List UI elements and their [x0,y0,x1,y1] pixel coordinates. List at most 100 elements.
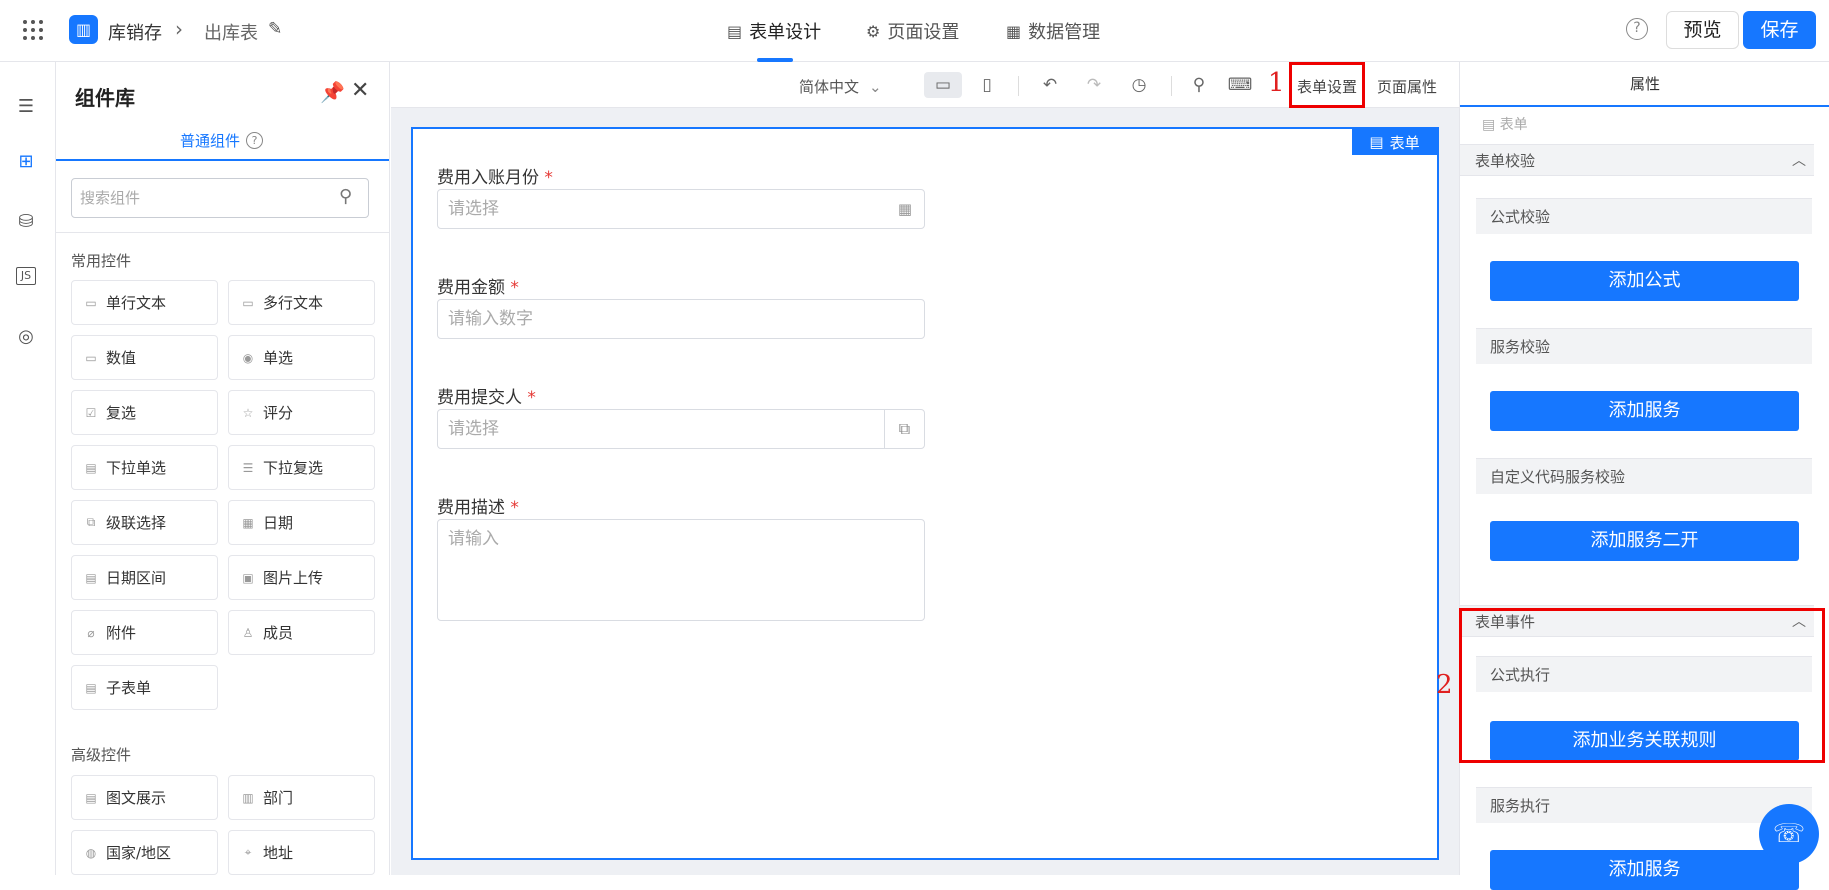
subsection-custom-check: 自定义代码服务校验 [1476,458,1812,494]
highlight-box-1 [1289,62,1365,108]
search-input[interactable] [71,178,369,218]
breadcrumb-page[interactable]: 出库表 [204,19,258,45]
required-mark: * [527,388,536,408]
textarea-icon: ▭ [242,295,254,310]
add-service-exec-button[interactable]: 添加服务 [1490,850,1799,890]
section-form-validation[interactable]: 表单校验 ︿ [1460,144,1814,176]
form-container[interactable]: ▤ 表单 费用入账月份 * 请选择 ▦ 费用金额 * 请输入数字 费用提交人 * … [411,127,1439,860]
undo-icon[interactable]: ↶ [1037,72,1063,98]
save-button[interactable]: 保存 [1743,11,1816,49]
component-date[interactable]: ▦ 日期 [228,500,375,545]
component-label: 部门 [263,789,294,807]
field-label-amount: 费用金额 * [437,273,519,298]
language-select[interactable]: 简体中文 ⌄ [799,76,882,97]
gear-icon: ⚙ [866,21,881,41]
component-number[interactable]: ▭ 数值 [71,335,218,380]
calendar-icon: ▦ [897,200,912,218]
properties-title[interactable]: 属性 [1460,62,1829,106]
field-label-text: 费用描述 [437,498,505,518]
component-subform[interactable]: ▤ 子表单 [71,665,218,710]
desktop-icon[interactable]: ▭ [924,72,962,98]
annotation-2: 2 [1436,670,1453,700]
add-service-dev-button[interactable]: 添加服务二开 [1490,521,1799,561]
divider [1171,76,1172,96]
outline-tree-icon[interactable]: ☰ [13,94,39,120]
add-service-button[interactable]: 添加服务 [1490,391,1799,431]
paperclip-icon: ⌀ [87,625,95,640]
number-icon: ▭ [85,350,97,365]
subsection-formula-check: 公式校验 [1476,198,1812,234]
properties-tab-indicator [1460,105,1829,107]
component-attachment[interactable]: ⌀ 附件 [71,610,218,655]
top-bar: ▥ 库销存 › 出库表 ✎ ▤ 表单设计 ⚙ 页面设置 ▦ 数据管理 ? 预览 … [0,0,1829,62]
question-icon[interactable]: ? [246,132,264,149]
field-placeholder: 请选择 [448,199,499,219]
preview-button[interactable]: 预览 [1666,11,1739,49]
component-address[interactable]: ⌖ 地址 [228,830,375,875]
component-checkbox[interactable]: ☑ 复选 [71,390,218,435]
component-label: 国家/地区 [106,844,172,862]
keyboard-icon[interactable]: ⌨ [1227,72,1253,98]
component-single-line-text[interactable]: ▭ 单行文本 [71,280,218,325]
component-multi-line-text[interactable]: ▭ 多行文本 [228,280,375,325]
highlight-box-2 [1459,608,1825,763]
add-formula-button[interactable]: 添加公式 [1490,261,1799,301]
page-properties-button[interactable]: 页面属性 [1377,76,1437,97]
radio-icon: ◉ [242,350,254,365]
field-label-text: 费用金额 [437,278,505,298]
component-rich-text[interactable]: ▤ 图文展示 [71,775,218,820]
component-date-range[interactable]: ▤ 日期区间 [71,555,218,600]
member-picker-icon[interactable]: ⧉ [884,410,924,448]
search-icon[interactable]: ⚲ [339,186,352,207]
submitter-member-field[interactable]: 请选择 ⧉ [437,409,925,449]
breadcrumb-app[interactable]: 库销存 [108,19,162,45]
dropdown-icon: ▤ [85,460,97,475]
edit-icon[interactable]: ✎ [268,19,282,39]
search-icon[interactable]: ⚲ [1186,72,1212,98]
pin-icon[interactable]: 📌 [320,80,345,104]
component-department[interactable]: ▥ 部门 [228,775,375,820]
component-image-upload[interactable]: ▣ 图片上传 [228,555,375,600]
globe-icon[interactable]: ◎ [13,324,39,350]
tab-page-settings[interactable]: ⚙ 页面设置 [866,18,959,44]
component-member[interactable]: ♙ 成员 [228,610,375,655]
redo-icon[interactable]: ↷ [1081,72,1107,98]
component-dropdown-single[interactable]: ▤ 下拉单选 [71,445,218,490]
grid-icon: ▦ [1006,21,1022,41]
components-grid-icon[interactable]: ⊞ [13,149,39,175]
help-icon[interactable]: ? [1626,18,1648,40]
close-icon[interactable]: ✕ [351,78,369,103]
tab-data-management[interactable]: ▦ 数据管理 [1006,18,1100,44]
tab-form-design[interactable]: ▤ 表单设计 [727,18,821,44]
js-icon[interactable]: JS [16,267,36,285]
component-radio[interactable]: ◉ 单选 [228,335,375,380]
history-icon[interactable]: ◷ [1126,72,1152,98]
month-date-field[interactable]: 请选择 ▦ [437,189,925,229]
language-label: 简体中文 [799,78,860,96]
chevron-right-icon: › [175,17,183,41]
field-label-text: 费用提交人 [437,388,522,408]
design-canvas: 简体中文 ⌄ ▭ ▯ ↶ ↷ ◷ ⚲ ⌨ 1 表单设置 页面属性 ▤ 表单 费用… [391,62,1459,875]
selected-form-text: 表单 [1499,117,1528,133]
department-icon: ▥ [242,790,254,805]
required-mark: * [544,168,553,188]
subform-icon: ▤ [85,680,97,695]
description-textarea[interactable]: 请输入 [437,519,925,621]
support-chat-icon[interactable]: ☏ [1759,804,1819,864]
image-icon: ▣ [242,570,254,585]
component-dropdown-multi[interactable]: ☰ 下拉复选 [228,445,375,490]
amount-number-field[interactable]: 请输入数字 [437,299,925,339]
component-cascade[interactable]: ⧉ 级联选择 [71,500,218,545]
section-title: 表单校验 [1475,152,1536,170]
tab-common-components[interactable]: 普通组件 ? [180,130,264,151]
component-library-panel: 组件库 📌 ✕ 普通组件 ? ⚲ 常用控件 ▭ 单行文本 ▭ 多行文本 ▭ 数值 ◉ 单… [56,62,390,875]
apps-grid-icon[interactable] [23,20,43,40]
mobile-icon[interactable]: ▯ [974,72,1000,98]
database-settings-icon[interactable]: ⛁ [13,209,39,235]
component-country-region[interactable]: ◍ 国家/地区 [71,830,218,875]
checklist-icon: ☰ [242,460,254,475]
form-layout-icon: ▤ [1369,133,1384,151]
component-rating[interactable]: ☆ 评分 [228,390,375,435]
star-icon: ☆ [242,405,254,420]
tab-label: 表单设计 [749,22,822,43]
